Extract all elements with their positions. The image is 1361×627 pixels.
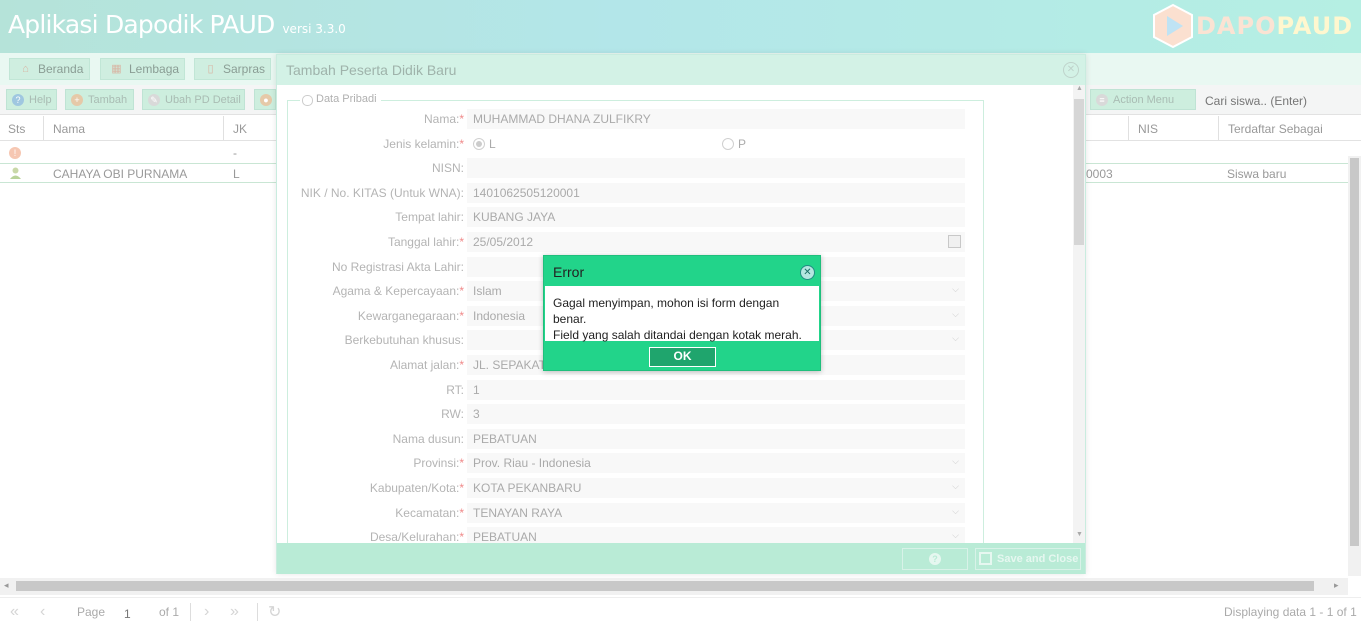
error-message: Gagal menyimpan, mohon isi form dengan b… <box>545 286 819 342</box>
error-message-line: Gagal menyimpan, mohon isi form dengan b… <box>553 296 780 326</box>
error-dialog: Error ✕ Gagal menyimpan, mohon isi form … <box>543 255 821 371</box>
error-message-line: Field yang salah ditandai dengan kotak m… <box>553 328 802 342</box>
error-close-icon[interactable]: ✕ <box>800 265 815 280</box>
app-window: Aplikasi Dapodik PAUD versi 3.3.0 DAPOPAU… <box>0 0 1361 627</box>
ok-button[interactable]: OK <box>649 347 716 367</box>
error-title: Error <box>553 264 585 280</box>
